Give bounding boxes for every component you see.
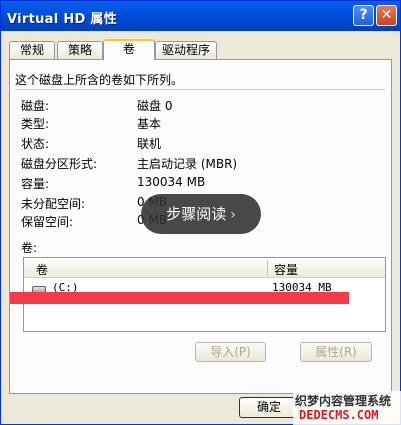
column-divider[interactable] [267,260,268,276]
redaction-bar [10,292,349,304]
chevron-right-icon: › [230,207,236,223]
type-value: 基本 [137,117,162,131]
type-label: 类型: [21,117,50,131]
watermark-url: DEDECMS.COM [299,408,379,422]
list-header: 卷 容量 [24,258,385,278]
volumes-description: 这个磁盘上所含的卷如下所列。 [15,73,184,87]
tab-general[interactable]: 常规 [9,41,55,59]
volumes-label: 卷: [21,241,38,255]
unallocated-label: 未分配空间: [21,197,86,211]
watermark-text: 织梦内容管理系统 [295,394,392,408]
column-header-capacity[interactable]: 容量 [274,261,298,278]
capacity-value: 130034 MB [137,175,206,189]
partition-style-value: 主启动记录 (MBR) [137,157,238,171]
window-title: Virtual HD 属性 [7,12,118,27]
properties-button[interactable]: 属性(R) [300,342,372,362]
status-value: 联机 [137,137,162,151]
disk-value: 磁盘 0 [137,99,173,113]
disk-label: 磁盘: [21,99,50,113]
close-button[interactable]: ✕ [376,5,397,26]
status-label: 状态: [21,137,50,151]
separator [15,89,385,90]
capacity-label: 容量: [21,177,50,191]
tab-volumes[interactable]: 卷 [103,39,155,60]
tab-policies[interactable]: 策略 [57,41,103,59]
partition-style-label: 磁盘分区形式: [21,157,98,171]
reserved-label: 保留空间: [21,215,74,229]
step-reading-overlay[interactable]: 步骤阅读 › [141,194,261,234]
import-button[interactable]: 导入(P) [195,342,266,362]
title-bar[interactable]: Virtual HD 属性 ? ✕ [1,1,400,31]
properties-window: Virtual HD 属性 ? ✕ 常规 策略 卷 驱动程序 这个磁盘上所含的卷… [0,0,401,425]
ok-button[interactable]: 确定 [239,397,299,418]
help-button[interactable]: ? [353,5,374,26]
tab-driver[interactable]: 驱动程序 [155,41,217,59]
column-header-volume[interactable]: 卷 [36,261,48,278]
overlay-label: 步骤阅读 [166,205,227,223]
